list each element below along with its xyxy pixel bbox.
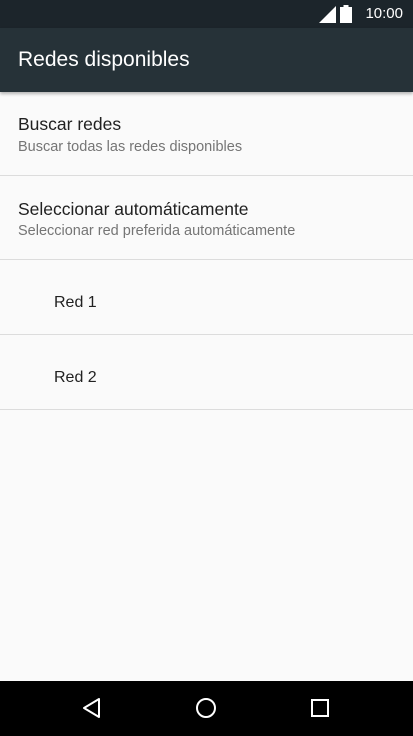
auto-select-title: Seleccionar automáticamente (18, 199, 249, 219)
auto-select-summary: Seleccionar red preferida automáticament… (18, 223, 296, 239)
search-networks-summary: Buscar todas las redes disponibles (18, 139, 243, 155)
signal-icon (319, 6, 336, 23)
navigation-bar (0, 681, 413, 736)
status-time: 10:00 (365, 5, 403, 22)
status-bar: 10:00 (0, 0, 413, 28)
auto-select-item[interactable]: Seleccionar automáticamente Seleccionar … (0, 176, 413, 260)
search-networks-title: Buscar redes (18, 114, 122, 134)
battery-icon (340, 5, 352, 23)
settings-list: Buscar redes Buscar todas las redes disp… (0, 92, 413, 681)
recents-icon[interactable] (305, 693, 335, 723)
back-icon[interactable] (77, 693, 107, 723)
network-item-red-2[interactable]: Red 2 (0, 335, 413, 410)
network-item-red-1[interactable]: Red 1 (0, 260, 413, 335)
network-label: Red 1 (54, 294, 97, 311)
page-title: Redes disponibles (18, 48, 190, 71)
home-icon[interactable] (191, 693, 221, 723)
network-label: Red 2 (54, 369, 97, 386)
app-bar: Redes disponibles (0, 28, 413, 92)
search-networks-item[interactable]: Buscar redes Buscar todas las redes disp… (0, 92, 413, 176)
